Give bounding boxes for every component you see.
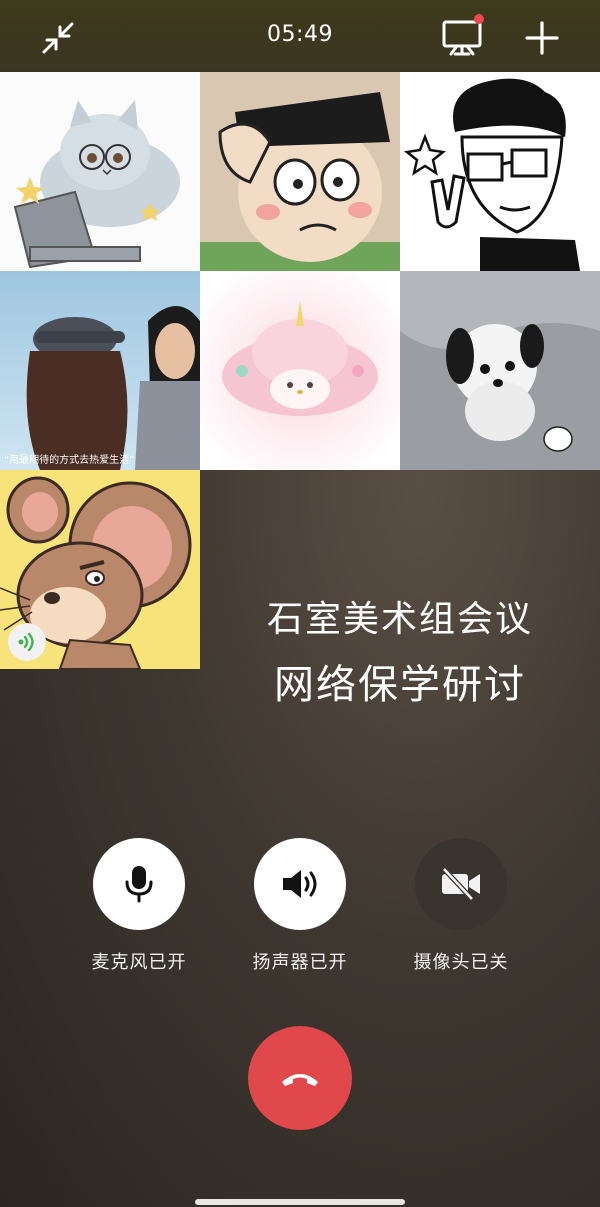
speaker-icon: [283, 870, 317, 898]
microphone-control[interactable]: 麦克风已开: [74, 838, 204, 974]
sound-waves-icon: [8, 623, 46, 661]
camera-button[interactable]: [415, 838, 507, 930]
avatar: [200, 271, 400, 470]
avatar: [200, 72, 400, 271]
participant-tile-6[interactable]: [400, 271, 600, 470]
participant-tile-3[interactable]: [400, 72, 600, 271]
speaker-label: 扬声器已开: [252, 952, 348, 973]
avatar: [400, 72, 600, 271]
camera-off-icon: [442, 867, 480, 901]
microphone-icon: [125, 866, 153, 903]
participant-tile-4[interactable]: “用最期待的方式去热爱生活”: [0, 271, 200, 470]
speaker-button[interactable]: [254, 838, 346, 930]
home-indicator: [195, 1199, 405, 1205]
hangup-button[interactable]: [248, 1026, 352, 1130]
avatar: [400, 271, 600, 470]
participant-tile-5[interactable]: [200, 271, 400, 470]
participant-tile-2[interactable]: [200, 72, 400, 271]
camera-label: 摄像头已关: [413, 952, 509, 973]
notification-badge: [474, 14, 484, 24]
meeting-subtitle: 网络保学研讨: [274, 662, 526, 708]
meeting-title: 石室美术组会议: [266, 599, 533, 640]
status-time: 05:49: [267, 22, 333, 47]
camera-control[interactable]: 摄像头已关: [396, 838, 526, 974]
tile-caption: “用最期待的方式去热爱生活”: [4, 455, 135, 466]
avatar: [0, 271, 200, 470]
participant-tile-1[interactable]: [0, 72, 200, 271]
screen-share-icon[interactable]: [438, 14, 486, 60]
speaker-control[interactable]: 扬声器已开: [235, 838, 365, 974]
microphone-button[interactable]: [93, 838, 185, 930]
microphone-label: 麦克风已开: [91, 952, 187, 973]
avatar: [0, 72, 200, 271]
hangup-phone-icon: [282, 1074, 318, 1086]
top-bar: 05:49: [0, 0, 600, 72]
plus-icon[interactable]: [520, 16, 564, 60]
participant-tile-7[interactable]: [0, 470, 200, 669]
